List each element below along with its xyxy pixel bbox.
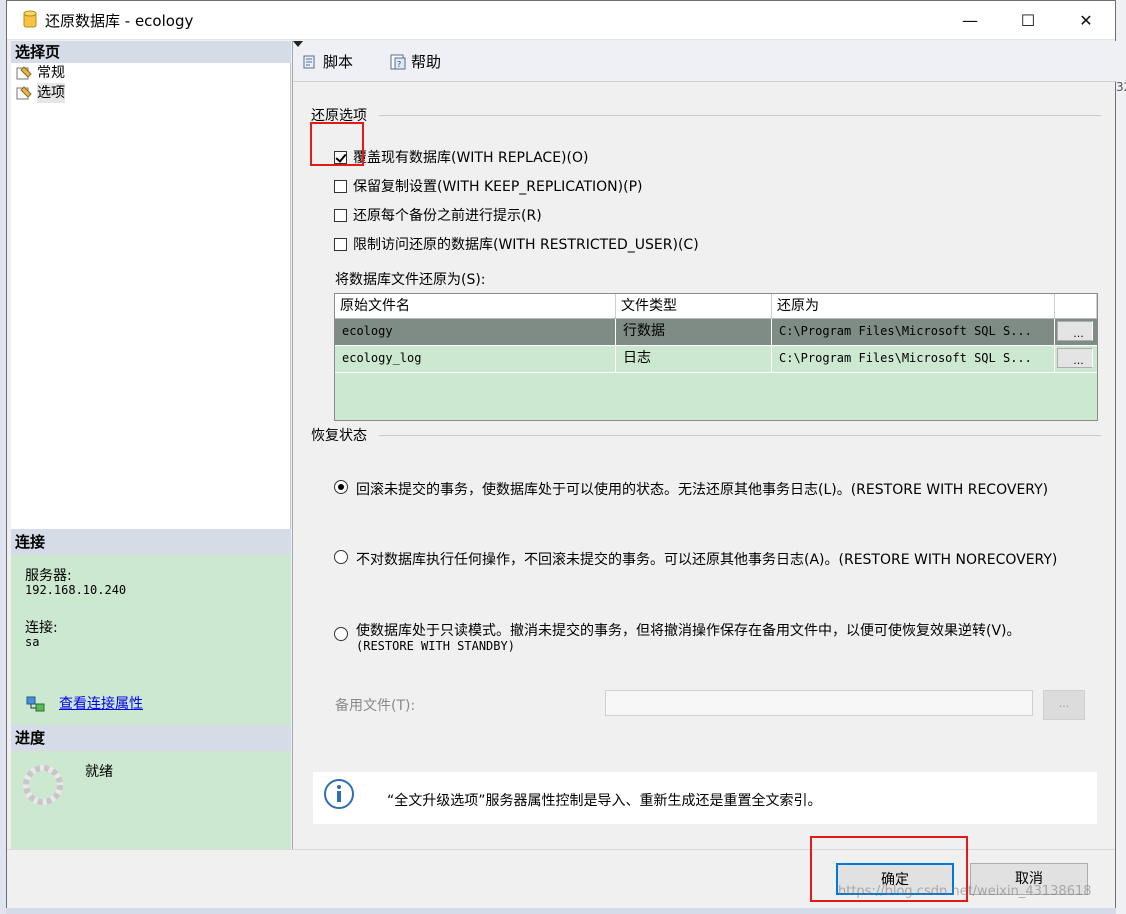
column-header-restore-as[interactable]: 还原为 <box>772 294 1055 318</box>
page-icon <box>16 66 32 80</box>
column-header-original-file[interactable]: 原始文件名 <box>335 294 616 318</box>
watermark-text: https://blog.csdn.net/weixin_43138618 <box>838 884 1092 899</box>
checkbox-keep-replication[interactable]: 保留复制设置(WITH KEEP_REPLICATION)(P) <box>334 176 643 196</box>
radio-restore-with-recovery[interactable]: 回滚未提交的事务，使数据库处于可以使用的状态。无法还原其他事务日志(L)。(RE… <box>334 479 1048 499</box>
standby-file-label: 备用文件(T): <box>335 698 416 714</box>
server-label: 服务器: <box>25 568 72 584</box>
restore-files-label: 将数据库文件还原为(S): <box>335 272 486 288</box>
radio-button[interactable] <box>334 550 348 564</box>
close-button[interactable]: ✕ <box>1057 1 1115 39</box>
help-label: 帮助 <box>411 53 442 71</box>
right-pane: 脚本 ? 帮助 还原选项 覆盖现有数据库(WITH REPLACE)(O) 保留… <box>292 41 1117 849</box>
cell-browse: ... <box>1055 319 1097 345</box>
connection-properties-icon <box>26 696 45 712</box>
restore-options-title: 还原选项 <box>311 108 367 124</box>
radio-label-block: 使数据库处于只读模式。撤消未提交的事务，但将撤消操作保存在备用文件中，以便可使恢… <box>356 620 1021 652</box>
info-text: “全文升级选项”服务器属性控制是导入、重新生成还是重置全文索引。 <box>387 793 822 809</box>
checkbox-label: 还原每个备份之前进行提示(R) <box>353 208 542 224</box>
checkbox-box[interactable] <box>334 208 347 222</box>
info-icon <box>324 779 354 809</box>
radio-label: 回滚未提交的事务，使数据库处于可以使用的状态。无法还原其他事务日志(L)。(RE… <box>356 482 1049 498</box>
radio-button[interactable] <box>334 480 348 494</box>
recovery-state-divider <box>379 435 1101 436</box>
checkbox-box[interactable] <box>334 179 347 193</box>
window-title: 还原数据库 - ecology <box>45 12 194 30</box>
database-icon <box>23 10 37 28</box>
cell-file-type[interactable]: 日志 <box>616 346 772 372</box>
left-pane: 选择页 常规 选项 连接 服务器: 192.168.10.240 连接: sa … <box>11 41 291 875</box>
info-message: “全文升级选项”服务器属性控制是导入、重新生成还是重置全文索引。 <box>313 772 1097 824</box>
cell-restore-as[interactable]: C:\Program Files\Microsoft SQL S... <box>772 346 1055 372</box>
checkbox-label: 覆盖现有数据库(WITH REPLACE)(O) <box>353 150 589 166</box>
connection-value: sa <box>25 635 40 649</box>
connection-header: 连接 <box>11 529 291 555</box>
checkbox-label: 保留复制设置(WITH KEEP_REPLICATION)(P) <box>353 179 643 195</box>
checkbox-restricted-user[interactable]: 限制访问还原的数据库(WITH RESTRICTED_USER)(C) <box>334 234 699 254</box>
svg-text:?: ? <box>397 60 401 69</box>
page-item-options[interactable]: 选项 <box>11 83 290 103</box>
table-row[interactable]: ecology 行数据 C:\Program Files\Microsoft S… <box>335 319 1097 346</box>
page-list: 常规 选项 <box>11 63 291 529</box>
page-icon <box>16 86 32 100</box>
page-item-label: 选项 <box>37 83 65 103</box>
select-page-header: 选择页 <box>11 41 291 63</box>
standby-browse-button[interactable]: ... <box>1043 690 1085 720</box>
checkbox-label: 限制访问还原的数据库(WITH RESTRICTED_USER)(C) <box>353 237 699 253</box>
column-header-file-type[interactable]: 文件类型 <box>616 294 772 318</box>
checkbox-with-replace[interactable]: 覆盖现有数据库(WITH REPLACE)(O) <box>334 147 588 167</box>
toolbar: 脚本 ? 帮助 <box>293 41 1117 82</box>
column-header-blank <box>1055 294 1097 318</box>
cell-restore-as[interactable]: C:\Program Files\Microsoft SQL S... <box>772 319 1055 345</box>
title-bar: 还原数据库 - ecology — ☐ ✕ <box>7 1 1115 40</box>
script-label: 脚本 <box>323 53 354 71</box>
standby-file-input[interactable] <box>605 690 1033 716</box>
radio-label: 不对数据库执行任何操作，不回滚未提交的事务。可以还原其他事务日志(A)。(RES… <box>356 552 1058 568</box>
cell-original-file[interactable]: ecology_log <box>335 346 616 372</box>
recovery-state-title: 恢复状态 <box>311 428 367 444</box>
help-button[interactable]: ? 帮助 <box>389 51 441 72</box>
connection-panel: 服务器: 192.168.10.240 连接: sa 查看连接属性 <box>11 555 291 725</box>
grid-header: 原始文件名 文件类型 还原为 <box>335 294 1097 319</box>
background-edge-right: 32 <box>1116 0 1126 914</box>
connection-label: 连接: <box>25 620 58 636</box>
radio-sublabel: (RESTORE WITH STANDBY) <box>356 639 515 653</box>
radio-restore-with-standby[interactable]: 使数据库处于只读模式。撤消未提交的事务，但将撤消操作保存在备用文件中，以便可使恢… <box>334 620 1021 652</box>
script-icon <box>303 55 315 68</box>
restore-files-grid: 原始文件名 文件类型 还原为 ecology 行数据 C:\Program Fi… <box>334 293 1098 421</box>
page-item-general[interactable]: 常规 <box>11 63 290 83</box>
checkbox-box[interactable] <box>334 237 347 251</box>
maximize-button[interactable]: ☐ <box>999 1 1057 39</box>
radio-button[interactable] <box>334 627 348 641</box>
dialog-button-bar: 确定 取消 <box>7 849 1115 908</box>
progress-header: 进度 <box>11 725 291 751</box>
radio-restore-with-norecovery[interactable]: 不对数据库执行任何操作，不回滚未提交的事务。可以还原其他事务日志(A)。(RES… <box>334 549 1057 569</box>
restore-database-dialog: 还原数据库 - ecology — ☐ ✕ 选择页 常规 选项 连接 服务器: … <box>6 0 1117 908</box>
table-row[interactable]: ecology_log 日志 C:\Program Files\Microsof… <box>335 346 1097 373</box>
script-button[interactable]: 脚本 <box>301 51 353 72</box>
page-item-label: 常规 <box>37 65 65 81</box>
checkbox-prompt-before-restore[interactable]: 还原每个备份之前进行提示(R) <box>334 205 542 225</box>
cell-file-type[interactable]: 行数据 <box>616 319 772 345</box>
script-dropdown-arrow-icon[interactable] <box>293 41 303 47</box>
browse-button[interactable]: ... <box>1057 321 1093 341</box>
view-connection-properties-link[interactable]: 查看连接属性 <box>59 693 143 713</box>
progress-status: 就绪 <box>85 764 113 780</box>
browse-button[interactable]: ... <box>1057 348 1093 368</box>
minimize-button[interactable]: — <box>941 1 999 39</box>
radio-label: 使数据库处于只读模式。撤消未提交的事务，但将撤消操作保存在备用文件中，以便可使恢… <box>356 623 1021 639</box>
progress-spinner-icon <box>23 765 63 805</box>
cell-browse: ... <box>1055 346 1097 372</box>
server-value: 192.168.10.240 <box>25 583 127 597</box>
cell-original-file[interactable]: ecology <box>335 319 616 345</box>
help-icon: ? <box>390 54 406 69</box>
restore-options-divider <box>379 115 1101 116</box>
checkbox-box[interactable] <box>334 150 347 164</box>
background-fragment-text: 32 <box>1116 80 1126 94</box>
